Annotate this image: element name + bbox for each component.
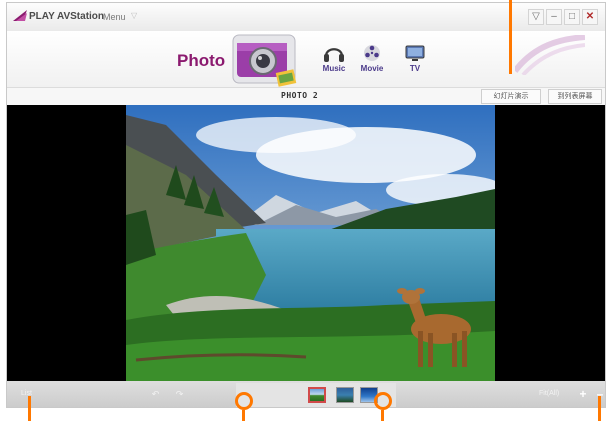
tab-tv-label: TV xyxy=(409,64,421,73)
tv-icon xyxy=(405,45,425,61)
decorative-swoosh xyxy=(515,35,585,75)
bottom-control-bar: List ↶ ↷ Fit(All) + – xyxy=(7,381,605,407)
camera-icon xyxy=(232,34,297,87)
callout-stem-left xyxy=(242,410,245,421)
zoom-in-button[interactable]: + xyxy=(577,387,589,401)
film-reel-icon xyxy=(364,45,380,61)
callout-line-zoom xyxy=(598,396,601,421)
menu-button[interactable]: Menu xyxy=(103,12,126,22)
photo-info-bar: PHOTO 2 幻灯片演示 到列表屏幕 xyxy=(7,87,605,106)
photo-name: PHOTO 2 xyxy=(281,91,319,100)
window-dropdown-button[interactable]: ▽ xyxy=(528,9,544,25)
tab-music-label: Music xyxy=(322,64,346,73)
thumbnail-lake-mountain[interactable] xyxy=(308,387,326,403)
media-nav-bar: Photo Music Movie TV xyxy=(7,31,605,87)
menu-caret-icon[interactable]: ▽ xyxy=(131,11,137,20)
current-section-title: Photo xyxy=(177,51,226,70)
list-view-button[interactable]: 到列表屏幕 xyxy=(548,89,602,104)
minimize-button[interactable]: – xyxy=(546,9,562,25)
thumbnail-strip xyxy=(236,383,396,407)
tab-movie[interactable]: Movie xyxy=(354,43,390,73)
app-name: PLAY AVStation xyxy=(29,11,105,22)
thumbnail-forest-lake[interactable] xyxy=(336,387,354,403)
tab-music[interactable]: Music xyxy=(316,43,352,73)
callout-line-list xyxy=(28,396,31,421)
tab-tv[interactable]: TV xyxy=(397,43,433,73)
play-logo-icon xyxy=(13,10,27,21)
callout-line-top xyxy=(509,0,512,74)
callout-stem-right xyxy=(381,410,384,421)
maximize-button[interactable]: □ xyxy=(564,9,580,25)
displayed-photo xyxy=(126,105,495,381)
callout-ring-right xyxy=(374,392,392,410)
headphones-icon xyxy=(324,48,344,62)
close-button[interactable]: ✕ xyxy=(582,9,598,25)
photo-viewer xyxy=(7,105,605,381)
callout-ring-left xyxy=(235,392,253,410)
slideshow-button[interactable]: 幻灯片演示 xyxy=(481,89,541,104)
zoom-level-label: Fit(All) xyxy=(539,390,560,397)
avstation-window: PLAY AVStation Menu ▽ ▽ – □ ✕ Photo Musi… xyxy=(6,2,606,408)
tab-movie-label: Movie xyxy=(360,64,384,73)
rotate-left-button[interactable]: ↶ xyxy=(150,389,161,400)
rotate-right-button[interactable]: ↷ xyxy=(174,389,185,400)
title-bar: PLAY AVStation Menu ▽ ▽ – □ ✕ xyxy=(7,3,605,31)
